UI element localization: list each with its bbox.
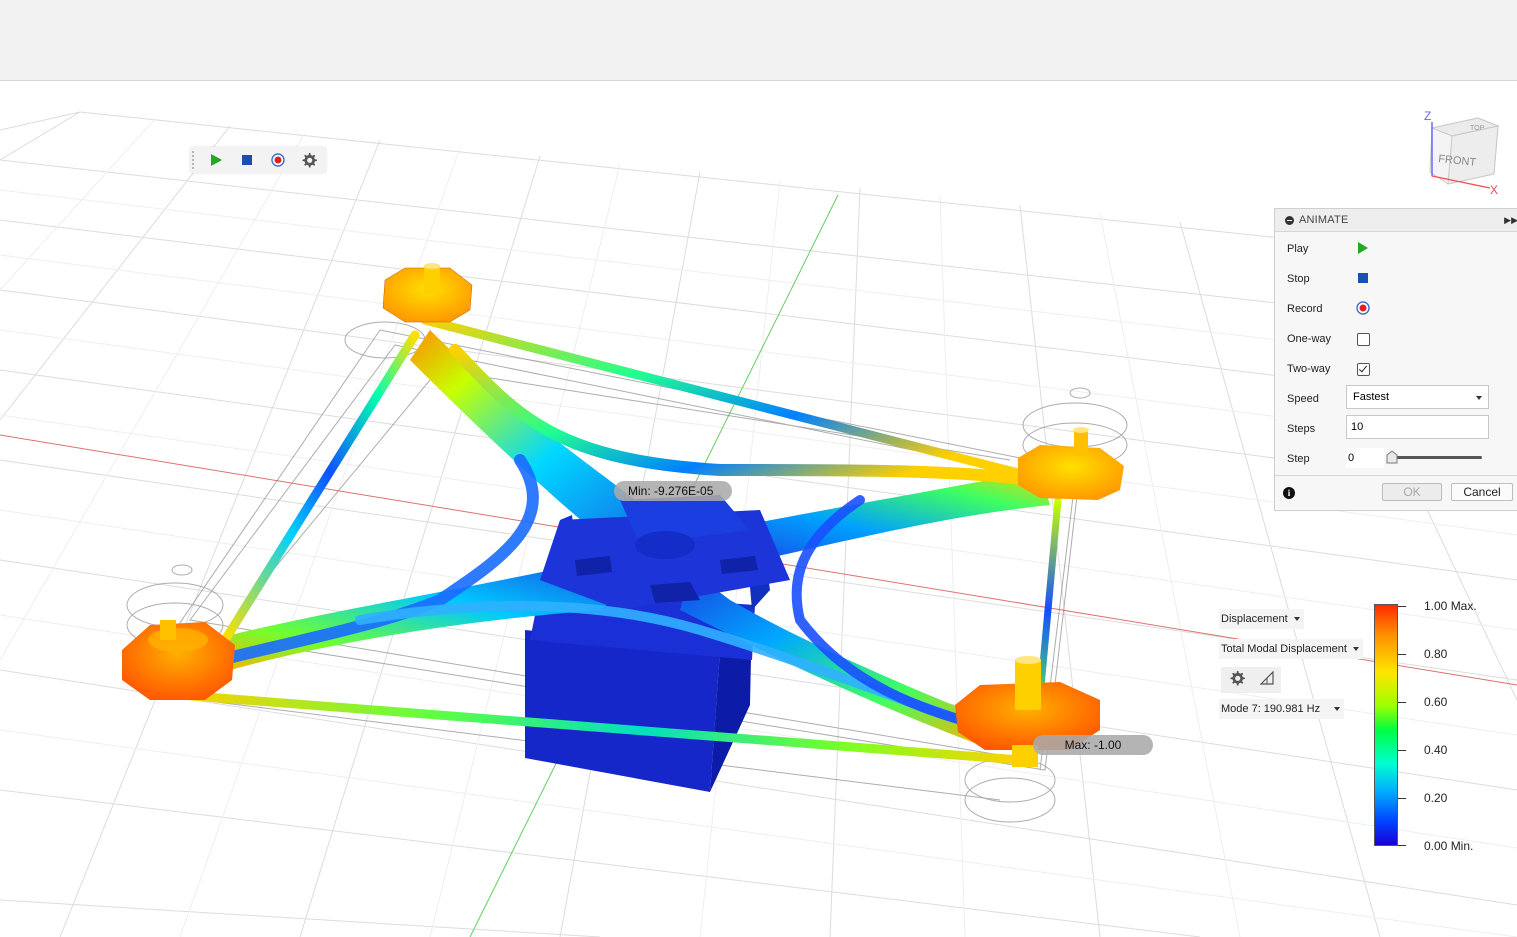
two-way-label: Two-way: [1287, 363, 1331, 375]
legend-label: 0.40: [1424, 743, 1448, 757]
animate-dialog-header[interactable]: ANIMATE ▶▶: [1275, 209, 1517, 232]
steps-input[interactable]: 10: [1346, 415, 1489, 439]
settings-gear-icon[interactable]: [293, 147, 324, 173]
legend-tick: [1398, 798, 1406, 799]
legend-settings-gear-icon[interactable]: [1229, 670, 1245, 691]
play-row: Play: [1287, 239, 1368, 259]
mode-dropdown-value: Mode 7: 190.981 Hz: [1221, 703, 1321, 715]
chevron-down-icon: [1476, 396, 1482, 400]
animation-toolbar: [190, 147, 326, 173]
steps-label: Steps: [1287, 423, 1316, 435]
two-way-row: Two-way: [1287, 359, 1370, 379]
speed-select-value: Fastest: [1353, 391, 1390, 403]
viewcube-top-label: TOP: [1470, 125, 1485, 132]
steps-row: Steps: [1287, 419, 1347, 439]
stop-row: Stop: [1287, 269, 1368, 289]
viewcube-z-axis-label: Z: [1424, 109, 1431, 123]
step-row: Step: [1287, 449, 1347, 469]
min-probe-label[interactable]: Min: -9.276E-05: [614, 481, 732, 501]
legend-color-bar: [1374, 604, 1398, 846]
animate-dialog: ANIMATE ▶▶ Play Stop Record One-way Two-…: [1274, 208, 1517, 511]
toolbar-grip[interactable]: [192, 151, 200, 169]
animate-dialog-title: ANIMATE: [1299, 214, 1349, 226]
stop-label: Stop: [1287, 273, 1310, 285]
stop-icon[interactable]: [231, 147, 262, 173]
play-button[interactable]: [1356, 241, 1370, 258]
legend-label: 0.60: [1424, 695, 1448, 709]
collapse-icon[interactable]: [1285, 215, 1294, 225]
one-way-checkbox[interactable]: [1357, 333, 1370, 346]
top-toolbar-area: [0, 0, 1517, 81]
result-type-value: Displacement: [1221, 613, 1288, 625]
result-type-dropdown[interactable]: Displacement: [1219, 609, 1304, 629]
legend-tick: [1398, 845, 1406, 846]
legend-tick: [1398, 702, 1406, 703]
record-label: Record: [1287, 303, 1323, 315]
cancel-button[interactable]: Cancel: [1451, 483, 1513, 501]
legend-label: 0.80: [1424, 647, 1448, 661]
expand-arrow-icon[interactable]: ▶▶: [1504, 215, 1517, 226]
legend-tick: [1398, 750, 1406, 751]
step-label: Step: [1287, 453, 1310, 465]
legend-label-max: 1.00 Max.: [1424, 599, 1477, 613]
mode-dropdown[interactable]: Mode 7: 190.981 Hz: [1219, 699, 1345, 719]
speed-row: Speed: [1287, 389, 1347, 409]
motor-mount-top-left: [382, 263, 473, 323]
record-icon[interactable]: [262, 147, 293, 173]
two-way-checkbox[interactable]: [1357, 363, 1370, 376]
play-icon[interactable]: [200, 147, 231, 173]
record-row: Record: [1287, 299, 1370, 319]
steps-input-value: 10: [1351, 421, 1364, 433]
record-button[interactable]: [1356, 301, 1370, 318]
stop-button[interactable]: [1356, 271, 1370, 288]
step-slider-thumb[interactable]: [1386, 450, 1398, 464]
one-way-row: One-way: [1287, 329, 1370, 349]
viewcube-x-axis-label: X: [1490, 183, 1498, 196]
speed-select[interactable]: Fastest: [1346, 385, 1489, 409]
one-way-label: One-way: [1287, 333, 1332, 345]
chevron-down-icon: [1352, 647, 1359, 651]
legend-tick: [1398, 606, 1406, 607]
legend-tick: [1398, 654, 1406, 655]
play-label: Play: [1287, 243, 1309, 255]
view-cube[interactable]: TOP FRONT Z X: [1420, 106, 1506, 197]
result-component-value: Total Modal Displacement: [1221, 643, 1347, 655]
step-value-text: 0: [1348, 452, 1355, 464]
deformation-scale-icon[interactable]: [1259, 670, 1274, 690]
speed-label: Speed: [1287, 393, 1319, 405]
result-component-dropdown[interactable]: Total Modal Displacement: [1219, 639, 1363, 659]
chevron-down-icon: [1293, 617, 1300, 621]
ok-button[interactable]: OK: [1382, 483, 1442, 501]
legend-label: 0.20: [1424, 791, 1448, 805]
legend-label-min: 0.00 Min.: [1424, 839, 1474, 853]
motor-mount-bottom-left: [122, 620, 235, 700]
info-icon[interactable]: i: [1283, 487, 1295, 499]
step-value-input[interactable]: 0: [1346, 448, 1384, 468]
step-slider-track[interactable]: [1390, 456, 1482, 459]
chevron-down-icon: [1334, 707, 1341, 711]
max-probe-label[interactable]: Max: -1.00: [1033, 735, 1153, 755]
legend-options-bar: [1221, 667, 1281, 693]
